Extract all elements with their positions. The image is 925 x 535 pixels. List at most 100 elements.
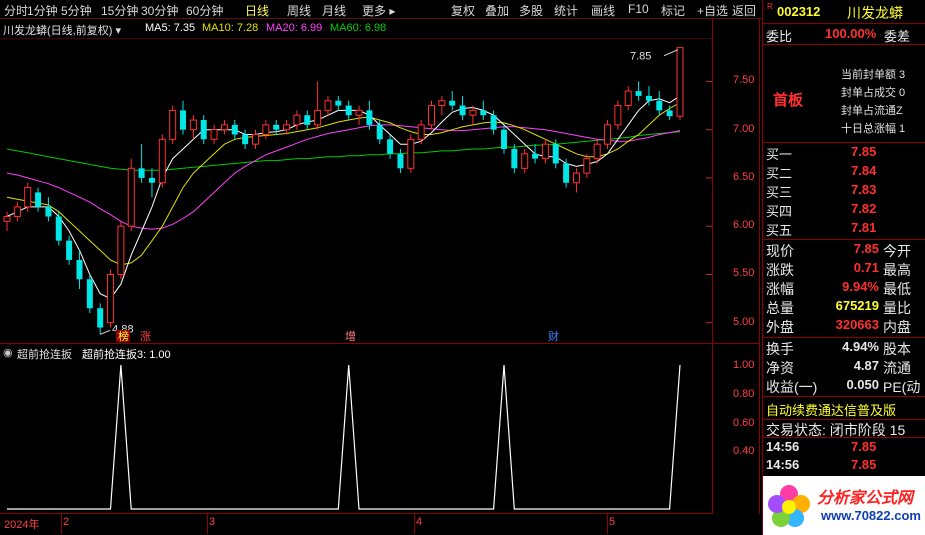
ma5-line	[6, 95, 681, 300]
bid-label: 买五	[766, 223, 793, 238]
stat-label: 涨幅	[766, 281, 794, 297]
tab-1[interactable]: 分时	[4, 2, 28, 19]
stock-code[interactable]: 002312	[777, 4, 820, 19]
candle-body	[314, 109, 322, 126]
candle	[532, 144, 539, 164]
candle	[220, 120, 228, 135]
tab-8[interactable]: 周线	[287, 2, 311, 19]
candle-body	[231, 124, 238, 135]
candle	[107, 269, 115, 328]
event-marker[interactable]: 增	[345, 329, 356, 342]
candle	[200, 115, 207, 145]
indicator-value: 超前抢连扳3: 1.00	[82, 349, 171, 361]
candle	[242, 129, 249, 149]
candle	[521, 148, 529, 174]
logo-url: www.70822.com	[821, 508, 921, 523]
stat-value: 7.85	[853, 241, 879, 256]
toolbar-button-2[interactable]: 叠加	[485, 2, 509, 19]
tab-5[interactable]: 30分钟	[141, 2, 178, 19]
weibi-label: 委比	[766, 29, 793, 44]
indicator-toggle-icon[interactable]: ◉	[3, 346, 13, 359]
signal-line	[7, 364, 681, 510]
candle-body	[251, 134, 259, 145]
price-tick-label: 7.50	[733, 74, 755, 87]
date-tick	[414, 514, 415, 534]
tab-7[interactable]: 日线	[245, 2, 269, 19]
date-label: 2	[63, 516, 70, 528]
tab-4[interactable]: 15分钟	[101, 2, 138, 19]
stat-value: 4.87	[853, 358, 879, 373]
candle	[624, 86, 632, 111]
candle	[345, 100, 352, 121]
candle	[138, 144, 145, 183]
bid-price: 7.85	[851, 144, 877, 159]
stat-right-label: 量比	[883, 300, 911, 316]
indicator-chart[interactable]	[0, 361, 712, 513]
candle	[438, 95, 446, 116]
price-tick-label: 7.00	[733, 122, 755, 135]
tab-6[interactable]: 60分钟	[186, 2, 223, 19]
candle-body	[189, 119, 197, 131]
toolbar-button-7[interactable]: 标记	[661, 2, 685, 19]
candle	[55, 211, 62, 246]
tab-10[interactable]: 更多 ▸	[362, 2, 395, 19]
tick-time: 14:56	[766, 439, 800, 454]
candle-body	[200, 120, 207, 140]
event-marker[interactable]: 涨	[140, 330, 151, 342]
candle-body	[210, 129, 218, 140]
toolbar-button-5[interactable]: 画线	[591, 2, 615, 19]
stat-label: 外盘	[766, 319, 794, 335]
tick-price: 7.85	[851, 439, 877, 454]
candle-body	[86, 279, 93, 309]
candle-body	[521, 153, 529, 169]
stock-name[interactable]: 川发龙蟒	[847, 3, 903, 23]
stat-label: 现价	[766, 243, 794, 259]
event-marker[interactable]: 财	[548, 329, 559, 342]
stat-label: 换手	[766, 341, 794, 357]
toolbar-button-3[interactable]: 多股	[519, 2, 543, 19]
candle	[273, 120, 280, 135]
candle-body	[293, 114, 301, 126]
candle-body	[583, 158, 591, 174]
candle-body	[76, 259, 83, 280]
candle	[97, 303, 104, 335]
candle-body	[345, 105, 352, 116]
toolbar-button-8[interactable]: +自选	[697, 2, 728, 19]
low-pointer	[99, 329, 111, 335]
indicator-name[interactable]: 超前抢连扳	[17, 346, 72, 362]
stat-value: 9.94%	[842, 279, 879, 294]
toolbar-button-9[interactable]: 返回	[732, 2, 756, 19]
stock-title[interactable]: 川发龙蟒(日线,前复权) ▾	[3, 22, 121, 38]
event-marker[interactable]: 榜	[118, 329, 129, 342]
candle-body	[459, 105, 466, 116]
candle-body	[180, 110, 187, 130]
bid-price: 7.83	[851, 182, 877, 197]
candle-body	[242, 134, 249, 145]
candle-body	[397, 153, 404, 169]
stat-right-label: PE(动	[883, 379, 921, 395]
candle-body	[676, 47, 684, 117]
stat-label: 净资	[766, 360, 794, 376]
candle-body	[532, 153, 539, 159]
tab-9[interactable]: 月线	[322, 2, 346, 19]
toolbar-button-1[interactable]: 复权	[451, 2, 475, 19]
toolbar-button-4[interactable]: 统计	[554, 2, 578, 19]
candle-body	[511, 148, 518, 169]
tab-2[interactable]: 1分钟	[27, 2, 58, 19]
ma20-label: MA20: 6.99	[266, 22, 323, 34]
indicator-tick-label: 1.00	[733, 359, 755, 371]
candle-body	[541, 143, 549, 160]
candle-body	[438, 100, 446, 107]
weibi-value: 100.00%	[825, 26, 877, 41]
stat-right-label: 最高	[883, 262, 911, 278]
stat-right-label: 最低	[883, 281, 911, 297]
candlestick-chart[interactable]: 7.854.88榜涨增财	[0, 38, 712, 342]
candle	[572, 168, 580, 193]
tab-3[interactable]: 5分钟	[61, 2, 92, 19]
toolbar-button-6[interactable]: F10	[628, 2, 649, 16]
candle	[117, 221, 125, 280]
notice-text[interactable]: 自动续费通达信普及版	[766, 400, 896, 419]
candle	[262, 120, 270, 140]
candle	[428, 100, 436, 130]
candle-body	[387, 139, 394, 154]
